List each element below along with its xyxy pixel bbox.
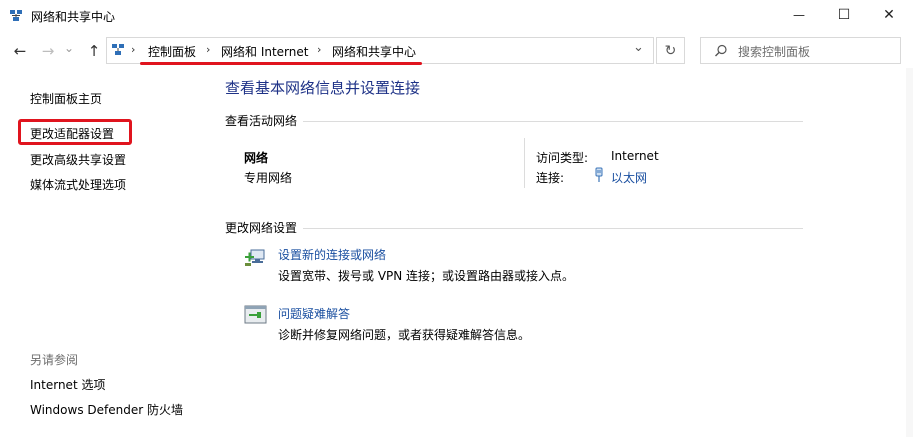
breadcrumb-separator: ›	[206, 43, 211, 56]
minimize-icon: —	[793, 8, 805, 22]
annotation-underline	[140, 62, 422, 65]
window-title: 网络和共享中心	[31, 10, 116, 24]
network-name: 网络	[244, 151, 269, 165]
address-dropdown-icon[interactable]: ⌄	[633, 40, 644, 55]
troubleshoot-problems-description: 诊断并修复网络问题，或者获得疑难解答信息。	[278, 328, 531, 342]
access-type-label: 访问类型:	[536, 151, 589, 165]
chevron-down-icon: ⌄	[63, 41, 75, 55]
breadcrumb-control-panel[interactable]: 控制面板	[148, 43, 196, 60]
setup-new-connection-description: 设置宽带、拨号或 VPN 连接；或设置路由器或接入点。	[278, 269, 575, 283]
windows-defender-firewall-link[interactable]: Windows Defender 防火墙	[30, 401, 183, 418]
divider	[524, 138, 525, 188]
divider	[303, 121, 803, 122]
up-button[interactable]: ↑	[84, 41, 104, 61]
sidebar-item-advanced-sharing[interactable]: 更改高级共享设置	[30, 151, 126, 168]
search-input[interactable]: 搜索控制面板	[738, 43, 810, 60]
back-button[interactable]: ←	[10, 41, 30, 61]
network-center-icon	[9, 9, 23, 23]
address-bar[interactable]: › 控制面板 › 网络和 Internet › 网络和共享中心 ⌄	[106, 37, 654, 64]
up-arrow-icon: ↑	[87, 42, 101, 60]
back-arrow-icon: ←	[13, 42, 27, 60]
connection-label: 连接:	[536, 171, 565, 185]
sidebar-item-media-streaming[interactable]: 媒体流式处理选项	[30, 176, 126, 193]
forward-arrow-icon: →	[41, 42, 55, 60]
forward-button[interactable]: →	[38, 41, 58, 61]
refresh-button[interactable]: ↻	[656, 37, 685, 64]
close-button[interactable]: ✕	[866, 0, 912, 30]
control-panel-icon	[111, 43, 125, 57]
control-panel-home-link[interactable]: 控制面板主页	[30, 90, 102, 107]
title-bar: 网络和共享中心 — ☐ ✕	[0, 0, 913, 31]
recent-locations-button[interactable]: ⌄	[62, 38, 76, 58]
change-network-settings-title: 更改网络设置	[225, 221, 298, 235]
close-icon: ✕	[883, 7, 895, 23]
divider	[303, 228, 803, 229]
minimize-button[interactable]: —	[776, 0, 822, 30]
active-networks-title: 查看活动网络	[225, 114, 298, 128]
page-title: 查看基本网络信息并设置连接	[225, 79, 421, 97]
ethernet-icon	[593, 167, 605, 183]
maximize-icon: ☐	[837, 7, 851, 23]
troubleshoot-icon	[244, 303, 268, 327]
breadcrumb-network-internet[interactable]: 网络和 Internet	[221, 43, 308, 60]
network-profile: 专用网络	[244, 171, 293, 185]
breadcrumb-separator: ›	[317, 43, 322, 56]
maximize-button[interactable]: ☐	[821, 0, 867, 30]
new-connection-icon	[244, 244, 268, 268]
scrollbar[interactable]	[906, 68, 913, 437]
see-also-title: 另请参阅	[30, 353, 79, 367]
setup-new-connection-link[interactable]: 设置新的连接或网络	[278, 246, 386, 263]
ethernet-connection-link[interactable]: 以太网	[611, 169, 647, 186]
sidebar-item-adapter-settings[interactable]: 更改适配器设置	[30, 125, 114, 142]
search-icon	[714, 44, 728, 58]
troubleshoot-problems-link[interactable]: 问题疑难解答	[278, 305, 350, 322]
internet-options-link[interactable]: Internet 选项	[30, 376, 105, 393]
breadcrumb-network-sharing-center[interactable]: 网络和共享中心	[332, 43, 416, 60]
access-type-value: Internet	[611, 149, 659, 163]
breadcrumb-separator: ›	[131, 43, 136, 56]
refresh-icon: ↻	[664, 42, 677, 59]
